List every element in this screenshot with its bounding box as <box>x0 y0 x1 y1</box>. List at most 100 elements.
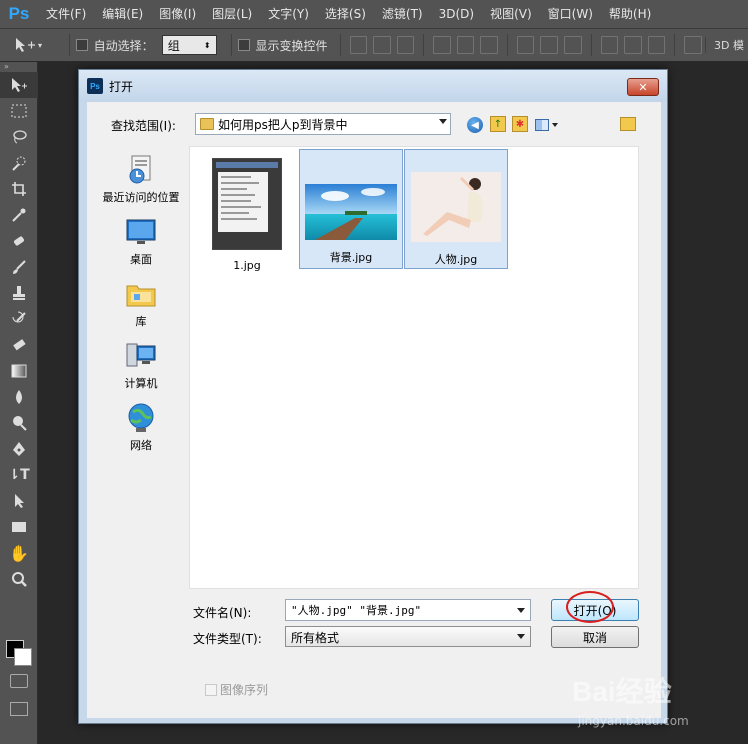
menu-image[interactable]: 图像(I) <box>151 0 204 28</box>
folder-options-icon[interactable] <box>620 117 636 131</box>
file-thumbnail <box>411 172 501 245</box>
distribute-bottom-icon[interactable] <box>564 36 582 54</box>
lasso-tool-icon[interactable] <box>0 124 38 150</box>
background-color-swatch[interactable] <box>14 648 32 666</box>
file-item-person[interactable]: 人物.jpg <box>404 149 508 269</box>
menu-file[interactable]: 文件(F) <box>38 0 94 28</box>
cancel-button[interactable]: 取消 <box>551 626 639 648</box>
menu-window[interactable]: 窗口(W) <box>540 0 601 28</box>
dodge-tool-icon[interactable] <box>0 410 38 436</box>
spinner-arrows-icon: ⬍ <box>203 40 211 50</box>
screen-mode-icon[interactable] <box>10 702 28 716</box>
auto-align-icon[interactable] <box>684 36 702 54</box>
show-transform-checkbox[interactable]: 显示变换控件 <box>237 37 328 54</box>
photoshop-logo: Ps <box>8 4 30 23</box>
options-bar: ▾ 自动选择： 组 ⬍ 显示变换控件 3D 模 <box>0 28 748 62</box>
chevron-down-icon <box>552 123 558 127</box>
file-type-label: 文件类型(T): <box>193 632 262 646</box>
file-item-1jpg[interactable]: 1.jpg <box>195 150 299 272</box>
move-tool-icon[interactable] <box>0 72 38 98</box>
menu-layer[interactable]: 图层(L) <box>204 0 260 28</box>
file-name-input[interactable]: "人物.jpg" "背景.jpg" <box>285 599 531 621</box>
look-in-combobox[interactable]: 如何用ps把人p到背景中 <box>195 113 451 135</box>
file-type-select[interactable]: 所有格式 <box>285 626 531 647</box>
network-icon <box>128 403 154 432</box>
rectangle-tool-icon[interactable] <box>0 514 38 540</box>
dialog-titlebar[interactable]: Ps 打开 <box>79 70 667 102</box>
place-label: 网络 <box>130 439 152 452</box>
back-arrow-icon[interactable]: ◀ <box>467 117 483 133</box>
align-hcenter-icon[interactable] <box>456 36 475 54</box>
healing-brush-tool-icon[interactable] <box>0 228 38 254</box>
crop-tool-icon[interactable] <box>0 176 38 202</box>
auto-select-checkbox[interactable]: 自动选择： <box>75 37 154 54</box>
places-bar: 最近访问的位置 桌面 库 计算机 网络 <box>97 146 185 666</box>
brush-tool-icon[interactable] <box>0 254 38 280</box>
menu-3d[interactable]: 3D(D) <box>431 0 482 28</box>
place-network[interactable]: 网络 <box>97 402 185 453</box>
chevron-down-icon[interactable] <box>517 608 525 613</box>
align-vcenter-icon[interactable] <box>373 36 391 54</box>
distribute-top-icon[interactable] <box>516 36 535 54</box>
computer-icon <box>126 343 156 367</box>
quick-mask-icon[interactable] <box>10 674 28 688</box>
quick-selection-tool-icon[interactable] <box>0 150 38 176</box>
place-recent[interactable]: 最近访问的位置 <box>97 154 185 205</box>
clone-stamp-tool-icon[interactable] <box>0 280 38 306</box>
blur-tool-icon[interactable] <box>0 384 38 410</box>
chevron-down-icon <box>517 634 525 639</box>
file-type-value: 所有格式 <box>291 631 340 645</box>
align-bottom-icon[interactable] <box>396 36 415 54</box>
view-menu-icon[interactable] <box>535 117 559 133</box>
look-in-label: 查找范围(I): <box>111 119 176 133</box>
align-top-icon[interactable] <box>349 36 368 54</box>
zoom-tool-icon[interactable] <box>0 566 38 592</box>
place-desktop[interactable]: 桌面 <box>97 216 185 267</box>
marquee-tool-icon[interactable] <box>0 98 38 124</box>
menu-help[interactable]: 帮助(H) <box>601 0 659 28</box>
gradient-tool-icon[interactable] <box>0 358 38 384</box>
distribute-vcenter-icon[interactable] <box>540 36 559 54</box>
pen-tool-icon[interactable] <box>0 436 38 462</box>
distribute-left-icon[interactable] <box>600 36 619 54</box>
new-folder-icon[interactable]: ✱ <box>512 116 528 132</box>
auto-select-target-select[interactable]: 组 ⬍ <box>161 35 217 55</box>
place-computer[interactable]: 计算机 <box>97 340 185 391</box>
distribute-hcenter-icon[interactable] <box>624 36 642 54</box>
distribute-right-icon[interactable] <box>647 36 666 54</box>
close-button[interactable]: ✕ <box>627 78 659 96</box>
menu-select[interactable]: 选择(S) <box>317 0 374 28</box>
view-grid-icon <box>535 119 549 131</box>
panel-collapse-icon[interactable]: » <box>0 62 37 72</box>
menu-filter[interactable]: 滤镜(T) <box>374 0 431 28</box>
screenshot-thumbnail-icon <box>211 157 283 251</box>
move-tool-icon <box>16 38 35 52</box>
checkbox-box[interactable] <box>75 39 88 51</box>
eyedropper-tool-icon[interactable] <box>0 202 38 228</box>
file-name: 背景.jpg <box>329 251 373 264</box>
up-one-level-icon[interactable]: ↑ <box>490 116 506 132</box>
open-file-dialog: Ps 打开 ✕ 查找范围(I): 如何用ps把人p到背景中 ◀ ↑ ✱ 最近访问… <box>78 69 668 724</box>
hand-tool-icon[interactable]: ✋ <box>0 540 38 566</box>
watermark-logo: Bai经验 <box>572 676 672 707</box>
path-selection-tool-icon[interactable] <box>0 488 38 514</box>
place-library[interactable]: 库 <box>97 278 185 329</box>
align-right-icon[interactable] <box>480 36 498 54</box>
eraser-tool-icon[interactable] <box>0 332 38 358</box>
menu-view[interactable]: 视图(V) <box>482 0 540 28</box>
image-sequence-checkbox[interactable]: 图像序列 <box>205 681 268 698</box>
menu-edit[interactable]: 编辑(E) <box>94 0 151 28</box>
checkbox-box[interactable] <box>237 39 250 51</box>
menu-type[interactable]: 文字(Y) <box>260 0 317 28</box>
place-label: 桌面 <box>130 253 152 266</box>
file-name-label: 文件名(N): <box>193 606 252 620</box>
align-left-icon[interactable] <box>433 36 451 54</box>
tool-preset-picker[interactable]: ▾ <box>14 32 63 58</box>
file-list-view[interactable]: 1.jpg 背景.jpg 人物.jpg <box>189 146 639 589</box>
show-transform-label: 显示变换控件 <box>255 38 328 53</box>
history-brush-tool-icon[interactable] <box>0 306 38 332</box>
file-item-background[interactable]: 背景.jpg <box>299 149 403 269</box>
checkbox-box[interactable] <box>205 683 217 696</box>
type-tool-icon[interactable]: ⇂T <box>0 462 38 488</box>
file-name: 人物.jpg <box>434 253 478 266</box>
